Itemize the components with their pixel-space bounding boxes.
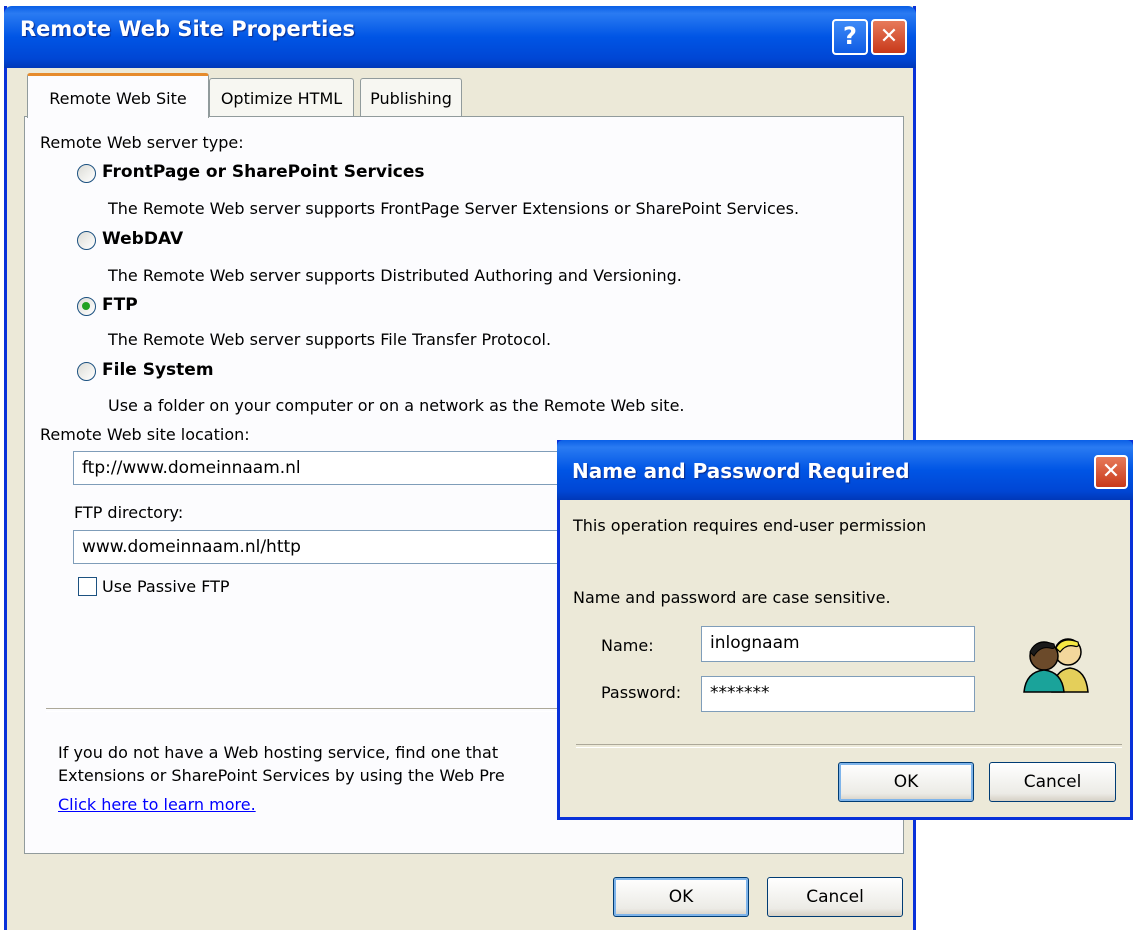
radio-webdav[interactable] — [77, 231, 96, 250]
popup-ok-button[interactable]: OK — [838, 762, 974, 802]
option-frontpage-label[interactable]: FrontPage or SharePoint Services — [102, 162, 425, 182]
ok-button[interactable]: OK — [613, 877, 749, 917]
server-type-label: Remote Web server type: — [40, 133, 244, 152]
case-sensitive-message: Name and password are case sensitive. — [573, 588, 891, 607]
close-icon[interactable]: ✕ — [871, 19, 907, 55]
hosting-text-line2: Extensions or SharePoint Services by usi… — [58, 766, 505, 785]
option-ftp-desc: The Remote Web server supports File Tran… — [108, 330, 552, 349]
option-webdav-label[interactable]: WebDAV — [102, 229, 183, 249]
password-label: Password: — [601, 683, 682, 702]
name-input[interactable]: inlognaam — [701, 626, 975, 662]
option-frontpage-desc: The Remote Web server supports FrontPage… — [108, 199, 800, 218]
location-input[interactable]: ftp://www.domeinnaam.nl — [73, 451, 573, 485]
name-label: Name: — [601, 636, 654, 655]
credentials-title: Name and Password Required — [572, 459, 910, 483]
option-file-system-desc: Use a folder on your computer or on a ne… — [108, 396, 685, 415]
passive-ftp-checkbox[interactable] — [78, 577, 97, 596]
tab-publishing[interactable]: Publishing — [360, 78, 462, 116]
ftp-directory-label: FTP directory: — [74, 503, 184, 522]
radio-ftp[interactable] — [77, 297, 96, 316]
learn-more-link[interactable]: Click here to learn more. — [58, 795, 256, 814]
passive-ftp-label[interactable]: Use Passive FTP — [102, 577, 230, 596]
password-input[interactable]: ******* — [701, 676, 975, 712]
divider — [46, 708, 566, 712]
users-icon — [1023, 638, 1089, 693]
permission-message: This operation requires end-user permiss… — [573, 516, 927, 535]
option-file-system-label[interactable]: File System — [102, 360, 214, 380]
radio-frontpage[interactable] — [77, 164, 96, 183]
divider — [576, 744, 1122, 748]
help-button[interactable]: ? — [832, 19, 868, 55]
hosting-text-line1: If you do not have a Web hosting service… — [58, 743, 499, 762]
option-ftp-label[interactable]: FTP — [102, 295, 138, 315]
close-icon[interactable]: ✕ — [1094, 455, 1128, 489]
popup-cancel-button[interactable]: Cancel — [989, 762, 1116, 802]
cancel-button[interactable]: Cancel — [767, 877, 903, 917]
radio-file-system[interactable] — [77, 362, 96, 381]
ftp-directory-input[interactable]: www.domeinnaam.nl/http — [73, 530, 573, 564]
option-webdav-desc: The Remote Web server supports Distribut… — [108, 266, 682, 285]
location-label: Remote Web site location: — [40, 425, 250, 444]
main-title: Remote Web Site Properties — [20, 17, 356, 41]
tab-remote-web-site[interactable]: Remote Web Site — [27, 73, 209, 118]
tab-optimize-html[interactable]: Optimize HTML — [209, 78, 354, 116]
